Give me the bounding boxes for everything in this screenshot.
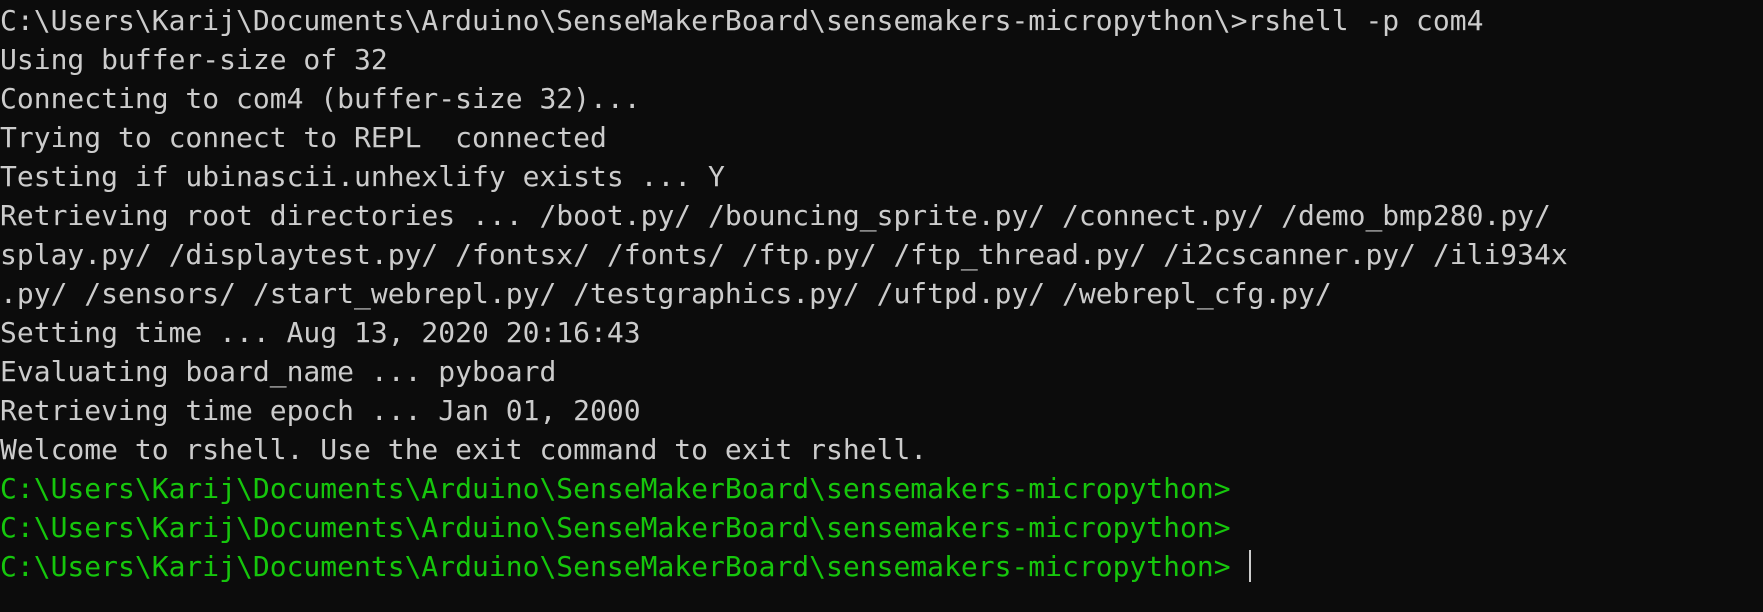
command-line: C:\Users\Karij\Documents\Arduino\SenseMa… xyxy=(0,4,1484,37)
output-line: Retrieving time epoch ... Jan 01, 2000 xyxy=(0,394,641,427)
output-line: splay.py/ /displaytest.py/ /fontsx/ /fon… xyxy=(0,238,1568,271)
output-line: .py/ /sensors/ /start_webrepl.py/ /testg… xyxy=(0,277,1332,310)
output-line: Welcome to rshell. Use the exit command … xyxy=(0,433,928,466)
text-cursor xyxy=(1249,550,1252,582)
output-line: Connecting to com4 (buffer-size 32)... xyxy=(0,82,641,115)
terminal-output: C:\Users\Karij\Documents\Arduino\SenseMa… xyxy=(0,1,1763,586)
output-line: Evaluating board_name ... pyboard xyxy=(0,355,557,388)
output-line: Testing if ubinascii.unhexlify exists ..… xyxy=(0,160,725,193)
active-prompt-line[interactable]: C:\Users\Karij\Documents\Arduino\SenseMa… xyxy=(0,547,1763,586)
prompt-text: C:\Users\Karij\Documents\Arduino\SenseMa… xyxy=(0,550,1248,583)
output-line: Trying to connect to REPL connected xyxy=(0,121,607,154)
output-line: Using buffer-size of 32 xyxy=(0,43,388,76)
output-line: Retrieving root directories ... /boot.py… xyxy=(0,199,1551,232)
prompt-line: C:\Users\Karij\Documents\Arduino\SenseMa… xyxy=(0,511,1231,544)
terminal-window[interactable]: C:\Users\Karij\Documents\Arduino\SenseMa… xyxy=(0,0,1763,612)
prompt-line: C:\Users\Karij\Documents\Arduino\SenseMa… xyxy=(0,472,1231,505)
output-line: Setting time ... Aug 13, 2020 20:16:43 xyxy=(0,316,641,349)
